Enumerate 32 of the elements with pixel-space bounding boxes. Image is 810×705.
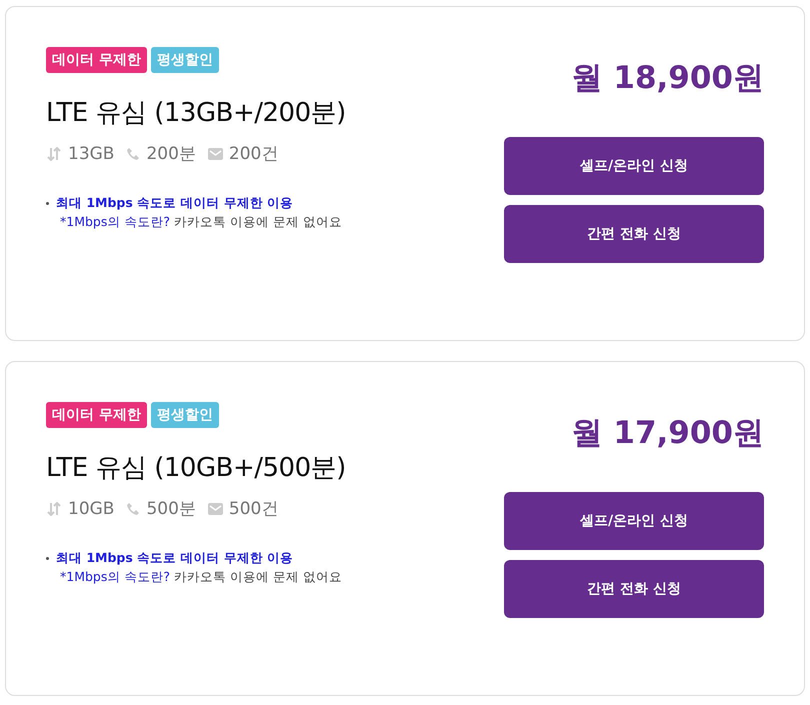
plan-title: LTE 유심 (13GB+/200분) [46,97,346,130]
note-link[interactable]: *1Mbps의 속도란? [60,569,170,584]
spec-value: 13GB [68,144,114,164]
apply-button[interactable]: 셀프/온라인 신청 [504,492,764,550]
apply-button[interactable]: 셀프/온라인 신청 [504,137,764,195]
plan-title: LTE 유심 (10GB+/500분) [46,452,346,485]
note-text: 카카오톡 이용에 문제 없어요 [174,569,342,584]
spec-value: 200분 [146,143,196,165]
tag-badge: 데이터 무제한 [46,47,147,73]
envelope-icon [208,148,223,160]
price: 월 17,900원 [572,414,764,453]
note-headline: 최대 1Mbps 속도로 데이터 무제한 이용 [56,195,294,212]
spec-value: 500건 [228,498,278,520]
note-link[interactable]: *1Mbps의 속도란? [60,214,170,229]
price: 월 18,900원 [572,59,764,98]
arrows-icon [46,502,62,516]
arrows-icon [46,146,62,160]
tag-badge: 평생할인 [150,47,219,73]
tag-badge: 데이터 무제한 [46,402,147,428]
tag-badge: 평생할인 [150,402,219,428]
spec-value: 200건 [228,143,278,165]
spec-value: 500분 [146,498,196,520]
spec-value: 10GB [68,498,114,518]
apply-button[interactable]: 간편 전화 신청 [504,560,764,618]
note-text: 카카오톡 이용에 문제 없어요 [174,214,342,229]
note-headline: 최대 1Mbps 속도로 데이터 무제한 이용 [56,550,294,567]
apply-button[interactable]: 간편 전화 신청 [504,205,764,263]
phone-icon [126,146,140,160]
envelope-icon [208,502,223,514]
bullet-icon [46,557,49,560]
phone-icon [126,502,140,516]
bullet-icon [46,202,49,205]
